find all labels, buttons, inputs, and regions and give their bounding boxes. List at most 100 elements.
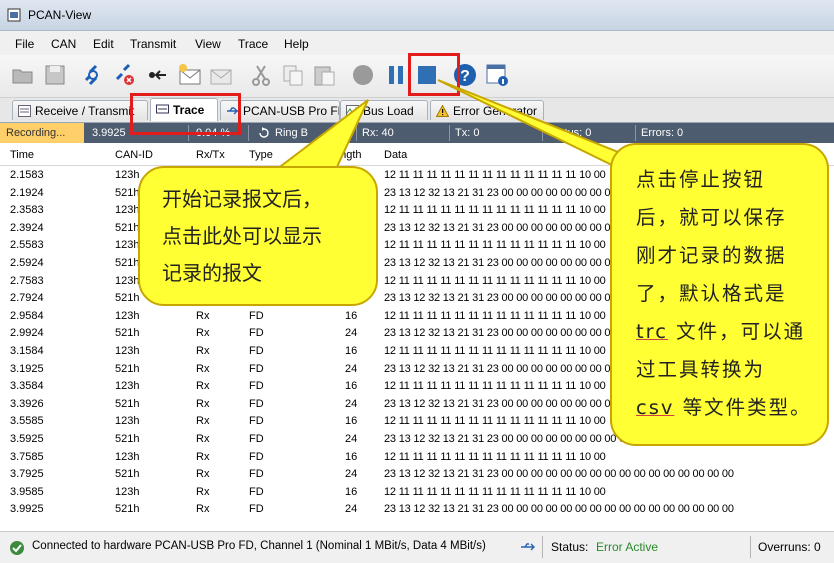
cell-can-id: 521h: [115, 327, 140, 340]
column-header-rxtx[interactable]: Rx/Tx: [196, 149, 225, 161]
cell-can-id: 123h: [115, 450, 140, 463]
reset-icon[interactable]: [144, 62, 170, 88]
cell-can-id: 521h: [115, 397, 140, 410]
menu-view[interactable]: View: [195, 37, 221, 51]
cell-can-id: 123h: [115, 485, 140, 498]
divider: [542, 536, 543, 558]
new-message-icon[interactable]: [177, 62, 203, 88]
cell-can-id: 521h: [115, 468, 140, 481]
cell-can-id: 123h: [115, 380, 140, 393]
cell-rxtx: Rx: [196, 503, 210, 516]
tab-receive-transmit[interactable]: Receive / Transmit: [12, 100, 148, 120]
table-row[interactable]: 3.9585 123h Rx FD 16 12 11 11 11 11 11 11 11 …: [0, 484, 834, 502]
cell-length: 16: [345, 450, 358, 463]
trace-time: 3.9925: [92, 127, 126, 139]
cell-time: 3.7925: [10, 468, 44, 481]
menu-bar: File CAN Edit Transmit View Trace Help: [0, 31, 834, 55]
menu-file[interactable]: File: [15, 37, 34, 51]
tx-count: Tx: 0: [455, 127, 480, 139]
menu-edit[interactable]: Edit: [93, 37, 114, 51]
divider: [635, 125, 636, 141]
column-header-type[interactable]: Type: [249, 149, 273, 161]
cell-type: FD: [249, 397, 264, 410]
cell-can-id: 123h: [115, 169, 140, 181]
cell-type: FD: [249, 485, 264, 498]
status-value: Error Active: [596, 540, 659, 554]
cell-length: 24: [345, 397, 358, 410]
cell-time: 2.5924: [10, 257, 44, 269]
table-row[interactable]: 3.9925 521h Rx FD 24 23 13 12 32 13 21 31 23 …: [0, 501, 834, 519]
callout-line: 过工具转换为: [636, 358, 766, 381]
callout-line: 刚才记录的数据: [636, 244, 787, 267]
cell-can-id: 521h: [115, 433, 140, 445]
info-icon[interactable]: [484, 62, 510, 88]
table-row[interactable]: 3.7585 123h Rx FD 16 12 11 11 11 11 11 11 11 …: [0, 449, 834, 467]
cell-can-id: 123h: [115, 345, 140, 357]
table-row[interactable]: 3.7925 521h Rx FD 24 23 13 12 32 13 21 31 23 …: [0, 466, 834, 484]
callout-line: 开始记录报文后，: [162, 187, 322, 211]
menu-transmit[interactable]: Transmit: [130, 37, 176, 51]
cell-time: 2.1583: [10, 169, 44, 181]
cell-type: FD: [249, 327, 264, 340]
column-header-can-id[interactable]: CAN-ID: [115, 149, 153, 161]
callout-line: csv 等文件类型。: [636, 389, 819, 427]
tab-label: Receive / Transmit: [35, 104, 135, 118]
pause-icon[interactable]: [383, 62, 409, 88]
cell-length: 16: [345, 345, 358, 357]
recording-indicator: Recording...: [0, 123, 84, 143]
cell-time: 3.9585: [10, 485, 44, 498]
ring-buffer-toggle[interactable]: Ring B: [275, 127, 308, 139]
menu-help[interactable]: Help: [284, 37, 309, 51]
paste-icon[interactable]: [311, 62, 337, 88]
cell-time: 3.1925: [10, 362, 44, 375]
cell-data: 12 11 11 11 11 11 11 11 11 11 11 11 11 1…: [384, 274, 606, 287]
record-icon[interactable]: [350, 62, 376, 88]
cell-length: 16: [345, 485, 358, 498]
tab-error-generator[interactable]: Error Generator: [430, 100, 544, 120]
cell-length: 16: [345, 380, 358, 393]
cell-type: FD: [249, 503, 264, 516]
status-bar: Connected to hardware PCAN-USB Pro FD, C…: [0, 531, 834, 563]
save-icon[interactable]: [42, 62, 68, 88]
menu-can[interactable]: CAN: [51, 37, 76, 51]
cell-can-id: 521h: [115, 292, 140, 305]
cell-rxtx: Rx: [196, 362, 210, 375]
cell-data: 12 11 11 11 11 11 11 11 11 11 11 11 11 1…: [384, 169, 606, 181]
edit-message-icon[interactable]: [208, 62, 234, 88]
cell-data: 12 11 11 11 11 11 11 11 11 11 11 11 11 1…: [384, 415, 606, 428]
app-icon: [7, 8, 21, 22]
callout-line: 了，默认格式是: [636, 282, 787, 305]
busload-icon: [346, 105, 359, 117]
connect-icon[interactable]: [80, 62, 106, 88]
cell-rxtx: Rx: [196, 485, 210, 498]
cell-can-id: 123h: [115, 239, 140, 252]
column-header-time[interactable]: Time: [10, 149, 34, 161]
cell-rxtx: Rx: [196, 397, 210, 410]
cell-length: 24: [345, 327, 358, 340]
tab-bus-load[interactable]: Bus Load: [340, 100, 428, 120]
cell-length: 24: [345, 468, 358, 481]
cell-data: 12 11 11 11 11 11 11 11 11 11 11 11 11 1…: [384, 309, 606, 322]
divider: [356, 125, 357, 141]
cell-time: 2.3924: [10, 221, 44, 234]
cell-data: 12 11 11 11 11 11 11 11 11 11 11 11 11 1…: [384, 380, 606, 393]
connected-icon: [10, 541, 24, 555]
column-header-data[interactable]: Data: [384, 149, 407, 161]
disconnect-icon[interactable]: [112, 62, 138, 88]
tab-strip: Receive / Transmit Trace PCAN-USB Pro FD…: [0, 98, 834, 123]
cell-rxtx: Rx: [196, 415, 210, 428]
ring-buffer-icon: [259, 127, 269, 138]
cell-type: FD: [249, 433, 264, 445]
cell-rxtx: Rx: [196, 327, 210, 340]
cell-time: 3.5585: [10, 415, 44, 428]
copy-icon[interactable]: [280, 62, 306, 88]
column-header-length[interactable]: ength: [334, 149, 362, 161]
menu-trace[interactable]: Trace: [238, 37, 268, 51]
cut-icon[interactable]: [248, 62, 274, 88]
cell-time: 3.3926: [10, 397, 44, 410]
callout-line: 点击停止按钮: [636, 168, 766, 191]
open-folder-icon[interactable]: [10, 62, 36, 88]
cell-type: FD: [249, 380, 264, 393]
divider: [449, 125, 450, 141]
cell-can-id: 521h: [115, 503, 140, 516]
